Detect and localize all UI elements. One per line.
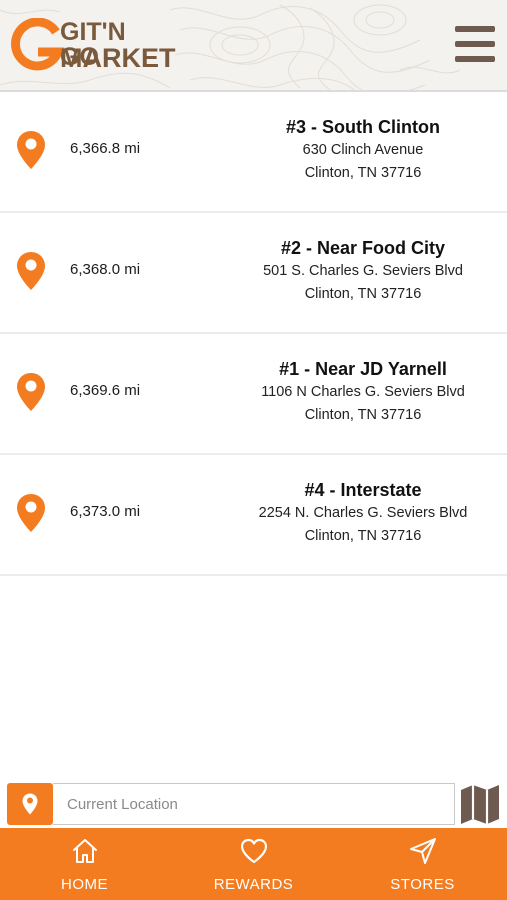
location-search-input[interactable] bbox=[53, 783, 455, 825]
store-name: #4 - Interstate bbox=[304, 480, 422, 500]
store-distance: 6,373.0 mi bbox=[70, 503, 141, 520]
app-header: GIT'N GO MARKET bbox=[0, 0, 507, 92]
nav-rewards[interactable]: REWARDS bbox=[169, 828, 338, 900]
navigation-arrow-icon bbox=[409, 838, 436, 864]
location-pin-icon bbox=[17, 494, 45, 532]
nav-stores[interactable]: STORES bbox=[338, 828, 507, 900]
store-row-3[interactable]: 6,366.8 mi #3 - South Clinton 630 Clinch… bbox=[0, 92, 507, 213]
store-address-line1: 501 S. Charles G. Seviers Blvd bbox=[263, 263, 463, 279]
nav-stores-label: STORES bbox=[390, 876, 455, 893]
store-name: #3 - South Clinton bbox=[286, 117, 440, 137]
store-list: 6,366.8 mi #3 - South Clinton 630 Clinch… bbox=[0, 92, 507, 576]
store-address-line2: Clinton, TN 37716 bbox=[304, 286, 422, 302]
store-info: #1 - Near JD Yarnell 1106 N Charles G. S… bbox=[233, 358, 493, 426]
location-pin-icon bbox=[17, 131, 45, 169]
store-row-2[interactable]: 6,368.0 mi #2 - Near Food City 501 S. Ch… bbox=[0, 213, 507, 334]
store-info: #3 - South Clinton 630 Clinch Avenue Cli… bbox=[233, 116, 493, 184]
store-address-line1: 2254 N. Charles G. Seviers Blvd bbox=[258, 505, 468, 521]
location-pin-icon bbox=[17, 252, 45, 290]
menu-bar bbox=[455, 56, 495, 62]
nav-home[interactable]: HOME bbox=[0, 828, 169, 900]
menu-bar bbox=[455, 41, 495, 47]
nav-rewards-label: REWARDS bbox=[213, 876, 294, 893]
store-address-line2: Clinton, TN 37716 bbox=[304, 165, 422, 181]
store-info: #4 - Interstate 2254 N. Charles G. Sevie… bbox=[233, 479, 493, 547]
store-distance: 6,368.0 mi bbox=[70, 261, 141, 278]
heart-icon bbox=[240, 838, 267, 864]
logo-text-line2: MARKET bbox=[60, 43, 176, 73]
store-row-4[interactable]: 6,373.0 mi #4 - Interstate 2254 N. Charl… bbox=[0, 455, 507, 576]
store-address-line2: Clinton, TN 37716 bbox=[304, 407, 422, 423]
logo-g-mark-icon bbox=[11, 18, 65, 71]
home-icon bbox=[72, 839, 97, 863]
store-distance: 6,366.8 mi bbox=[70, 140, 141, 157]
store-info: #2 - Near Food City 501 S. Charles G. Se… bbox=[233, 237, 493, 305]
store-address-line1: 630 Clinch Avenue bbox=[302, 142, 424, 158]
store-name: #1 - Near JD Yarnell bbox=[279, 359, 447, 379]
use-current-location-button[interactable] bbox=[7, 783, 53, 825]
location-search-bar bbox=[7, 782, 501, 826]
store-name: #2 - Near Food City bbox=[280, 238, 446, 258]
location-pin-icon bbox=[22, 793, 38, 815]
store-row-1[interactable]: 6,369.6 mi #1 - Near JD Yarnell 1106 N C… bbox=[0, 334, 507, 455]
store-address-line2: Clinton, TN 37716 bbox=[304, 528, 422, 544]
menu-bar bbox=[455, 26, 495, 32]
gitngo-logo[interactable]: GIT'N GO MARKET bbox=[10, 18, 176, 74]
store-address-line1: 1106 N Charles G. Seviers Blvd bbox=[261, 384, 465, 400]
hamburger-menu-icon[interactable] bbox=[455, 26, 495, 62]
bottom-navigation: HOME REWARDS STORES bbox=[0, 828, 507, 900]
location-pin-icon bbox=[17, 373, 45, 411]
nav-home-label: HOME bbox=[61, 876, 108, 893]
map-icon[interactable] bbox=[459, 782, 501, 826]
store-distance: 6,369.6 mi bbox=[70, 382, 141, 399]
